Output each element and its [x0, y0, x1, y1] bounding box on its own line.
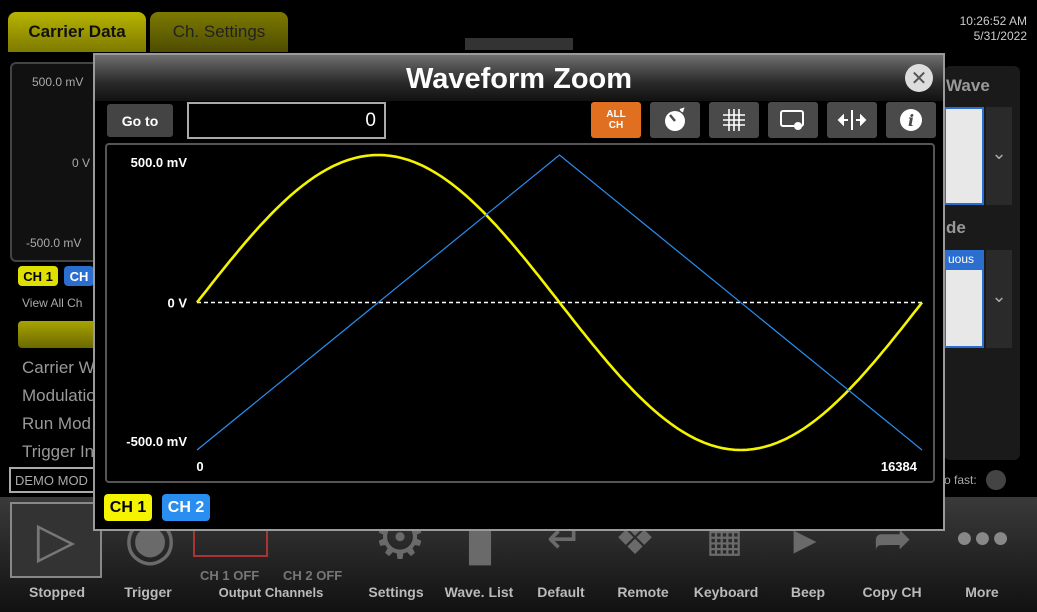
- mini-bottom-label: -500.0 mV: [26, 236, 82, 250]
- drag-handle[interactable]: [465, 38, 573, 50]
- mini-mid-label: 0 V: [72, 156, 91, 170]
- keyboard-label: Keyboard: [693, 584, 759, 600]
- pan-horizontal-icon[interactable]: [827, 102, 877, 138]
- ch2-toggle[interactable]: CH 2: [162, 494, 210, 521]
- speed-dial-icon[interactable]: [650, 102, 700, 138]
- all-channels-button[interactable]: ALL CH: [591, 102, 641, 138]
- go-to-button[interactable]: Go to: [107, 104, 173, 137]
- more-icon[interactable]: ●●●: [950, 521, 1015, 555]
- x-label-end: 16384: [881, 459, 918, 474]
- tab-carrier-data[interactable]: Carrier Data: [8, 12, 146, 52]
- info-icon[interactable]: i: [886, 102, 936, 138]
- play-icon[interactable]: ▷: [10, 502, 102, 578]
- all-channels-label-line2: CH: [608, 120, 624, 131]
- y-label-top: 500.0 mV: [131, 155, 188, 170]
- svg-text:i: i: [908, 111, 914, 130]
- waveform-zoom-dialog: Waveform Zoom ✕ Go to ALL CH i 500.0 mV 0…: [93, 53, 945, 531]
- mode-thumbnail[interactable]: uous: [944, 250, 984, 348]
- dialog-title: Waveform Zoom: [405, 63, 633, 95]
- menu-carrier-wave[interactable]: Carrier W: [22, 358, 95, 378]
- view-all-channels-link[interactable]: View All Ch: [22, 296, 82, 310]
- y-label-bottom: -500.0 mV: [126, 434, 187, 449]
- auto-fast-toggle[interactable]: [986, 470, 1006, 490]
- mini-ch2-chip[interactable]: CH: [64, 266, 94, 286]
- waveform-plot[interactable]: 500.0 mV 0 V -500.0 mV 0 16384: [105, 143, 935, 483]
- touch-select-icon[interactable]: [768, 102, 818, 138]
- default-label: Default: [537, 584, 585, 600]
- output-channels-label: Output Channels: [218, 585, 324, 600]
- wave-list-label: Wave. List: [444, 584, 514, 600]
- mini-top-label: 500.0 mV: [32, 75, 84, 89]
- wave-heading: Wave: [946, 76, 990, 95]
- menu-run-mode[interactable]: Run Mod: [22, 414, 91, 434]
- y-label-zero: 0 V: [167, 296, 187, 311]
- copy-ch-label: Copy CH: [862, 584, 922, 600]
- go-to-input[interactable]: [187, 102, 386, 139]
- stopped-label: Stopped: [29, 584, 85, 600]
- clock-date: 5/31/2022: [973, 29, 1027, 43]
- mini-ch1-chip[interactable]: CH 1: [18, 266, 58, 286]
- demo-mode-indicator: DEMO MOD: [9, 467, 99, 493]
- clock-time: 10:26:52 AM: [959, 14, 1027, 28]
- mini-yellow-button[interactable]: [18, 321, 98, 348]
- wave-dropdown-chevron-icon[interactable]: ⌄: [986, 107, 1012, 205]
- wave-thumbnail[interactable]: [944, 107, 984, 205]
- mode-heading: de: [946, 218, 966, 237]
- auto-fast-label: o fast:: [944, 473, 977, 487]
- trigger-label: Trigger: [124, 584, 172, 600]
- clock: 10:26:52 AM 5/31/2022: [960, 14, 1027, 44]
- mode-dropdown-chevron-icon[interactable]: ⌄: [986, 250, 1012, 348]
- x-label-start: 0: [196, 459, 203, 474]
- ch2-off-label: CH 2 OFF: [283, 568, 343, 583]
- more-label: More: [965, 584, 999, 600]
- ch1-off-label: CH 1 OFF: [200, 568, 260, 583]
- settings-label: Settings: [368, 584, 424, 600]
- dialog-header[interactable]: Waveform Zoom ✕: [95, 55, 943, 101]
- all-channels-label-line1: ALL: [606, 109, 626, 120]
- mode-thumbnail-label: uous: [946, 252, 982, 270]
- grid-icon[interactable]: [709, 102, 759, 138]
- ch1-toggle[interactable]: CH 1: [104, 494, 152, 521]
- beep-label: Beep: [790, 584, 826, 600]
- waveform-svg: 500.0 mV 0 V -500.0 mV 0 16384: [126, 153, 924, 474]
- menu-trigger-in[interactable]: Trigger In: [22, 442, 94, 462]
- close-icon[interactable]: ✕: [905, 64, 933, 92]
- remote-label: Remote: [617, 584, 669, 600]
- tab-ch-settings[interactable]: Ch. Settings: [150, 12, 288, 52]
- menu-modulation[interactable]: Modulatio: [22, 386, 96, 406]
